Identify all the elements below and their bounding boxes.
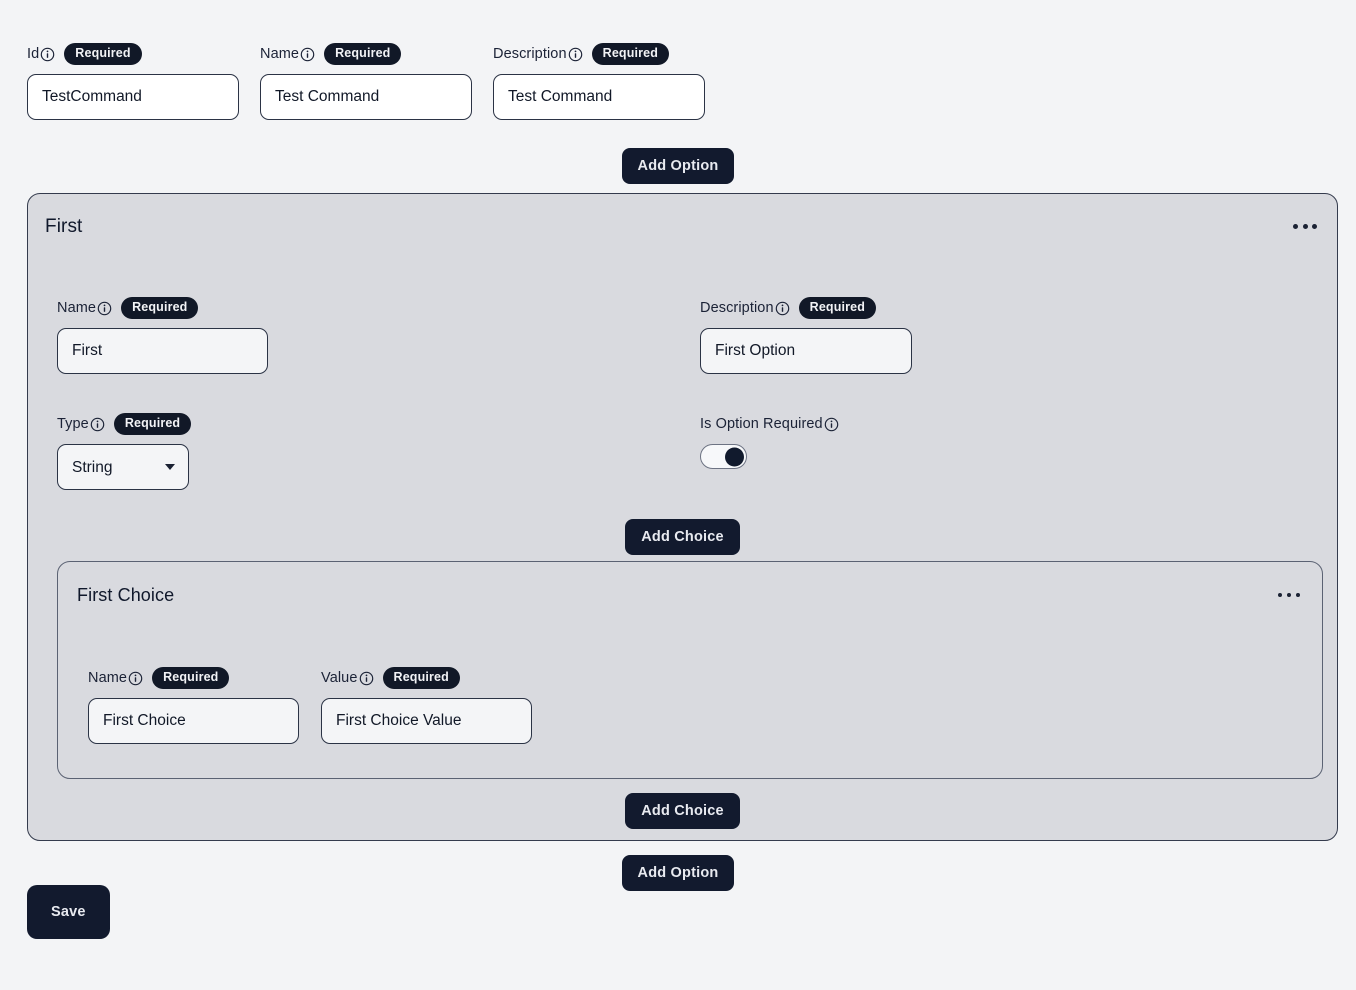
required-badge-option-description: Required <box>798 297 877 319</box>
choice-panel-header: First Choice <box>77 583 1300 607</box>
more-horizontal-icon[interactable] <box>1293 223 1317 229</box>
field-label-choice-value: Value Required <box>321 667 532 689</box>
more-horizontal-icon[interactable] <box>1277 592 1300 598</box>
field-group-option-name: Name Required <box>57 297 477 374</box>
option-panel-title: First <box>45 215 83 237</box>
required-badge-option-type: Required <box>113 413 192 435</box>
field-label-option-description: Description Required <box>700 297 1120 319</box>
command-meta-fields: Id Required Name Required Descriptio <box>27 43 705 120</box>
field-label-description-text: Description <box>493 45 567 62</box>
description-input[interactable] <box>493 74 705 120</box>
add-choice-button-top[interactable]: Add Choice <box>625 519 740 555</box>
option-description-input[interactable] <box>700 328 912 374</box>
option-panel-header: First <box>45 214 1317 238</box>
field-label-option-name-text: Name <box>57 299 97 316</box>
field-label-is-option-required-text: Is Option Required <box>700 415 823 432</box>
add-option-button-top[interactable]: Add Option <box>621 148 735 184</box>
required-badge-choice-value: Required <box>382 667 460 689</box>
command-builder-page: Id Required Name Required Descriptio <box>0 0 1356 990</box>
required-badge-description: Required <box>591 43 670 65</box>
field-label-name-text: Name <box>260 45 300 62</box>
info-circle-icon[interactable] <box>775 301 790 316</box>
required-badge-choice-name: Required <box>152 667 230 689</box>
field-label-option-description-text: Description <box>700 299 774 316</box>
save-row: Save <box>27 885 110 939</box>
add-choice-button-bottom[interactable]: Add Choice <box>625 793 740 829</box>
field-label-name: Name Required <box>260 43 472 65</box>
field-label-option-name: Name Required <box>57 297 477 319</box>
field-label-option-type: Type Required <box>57 413 192 435</box>
add-option-button-bottom[interactable]: Add Option <box>621 855 735 891</box>
option-type-select-wrapper: String <box>57 444 189 490</box>
field-label-id: Id Required <box>27 43 239 65</box>
choice-name-input[interactable] <box>88 698 299 744</box>
choice-value-input[interactable] <box>321 698 532 744</box>
option-type-select[interactable]: String <box>57 444 189 490</box>
add-option-top-row: Add Option <box>0 148 1356 184</box>
required-badge-option-name: Required <box>121 297 199 319</box>
field-label-option-type-text: Type <box>57 415 89 432</box>
info-circle-icon[interactable] <box>824 417 839 432</box>
required-badge-name: Required <box>324 43 402 65</box>
choice-panel-first-choice: First Choice Name Required First Choice … <box>57 561 1323 779</box>
field-group-choice-name: Name Required <box>88 667 299 744</box>
info-circle-icon[interactable] <box>300 47 315 62</box>
is-option-required-toggle[interactable] <box>700 444 747 469</box>
field-group-name: Name Required <box>260 43 472 120</box>
field-label-description: Description Required <box>493 43 705 65</box>
option-panel-first: First Name Required Desc <box>27 193 1338 841</box>
field-group-id: Id Required <box>27 43 239 120</box>
choice-fields-row: Name Required Value <box>88 667 532 744</box>
info-circle-icon[interactable] <box>90 417 105 432</box>
field-group-is-option-required: Is Option Required <box>700 414 839 469</box>
add-choice-bottom-row: Add Choice <box>28 793 1337 829</box>
field-group-description: Description Required <box>493 43 705 120</box>
info-circle-icon[interactable] <box>568 47 583 62</box>
required-badge-id: Required <box>64 43 142 65</box>
add-option-bottom-row: Add Option <box>0 855 1356 891</box>
field-group-choice-value: Value Required <box>321 667 532 744</box>
info-circle-icon[interactable] <box>97 301 112 316</box>
name-input[interactable] <box>260 74 472 120</box>
toggle-knob <box>725 447 744 466</box>
add-choice-top-row: Add Choice <box>28 519 1337 555</box>
field-label-choice-name: Name Required <box>88 667 299 689</box>
option-name-input[interactable] <box>57 328 268 374</box>
field-group-option-description: Description Required <box>700 297 1120 374</box>
info-circle-icon[interactable] <box>40 47 55 62</box>
field-label-is-option-required: Is Option Required <box>700 414 839 434</box>
save-button[interactable]: Save <box>27 885 110 939</box>
info-circle-icon[interactable] <box>128 671 143 686</box>
info-circle-icon[interactable] <box>359 671 374 686</box>
id-input[interactable] <box>27 74 239 120</box>
field-label-choice-value-text: Value <box>321 669 358 686</box>
choice-panel-title: First Choice <box>77 585 175 605</box>
field-label-id-text: Id <box>27 45 40 62</box>
field-label-choice-name-text: Name <box>88 669 128 686</box>
field-group-option-type: Type Required String <box>57 413 192 490</box>
